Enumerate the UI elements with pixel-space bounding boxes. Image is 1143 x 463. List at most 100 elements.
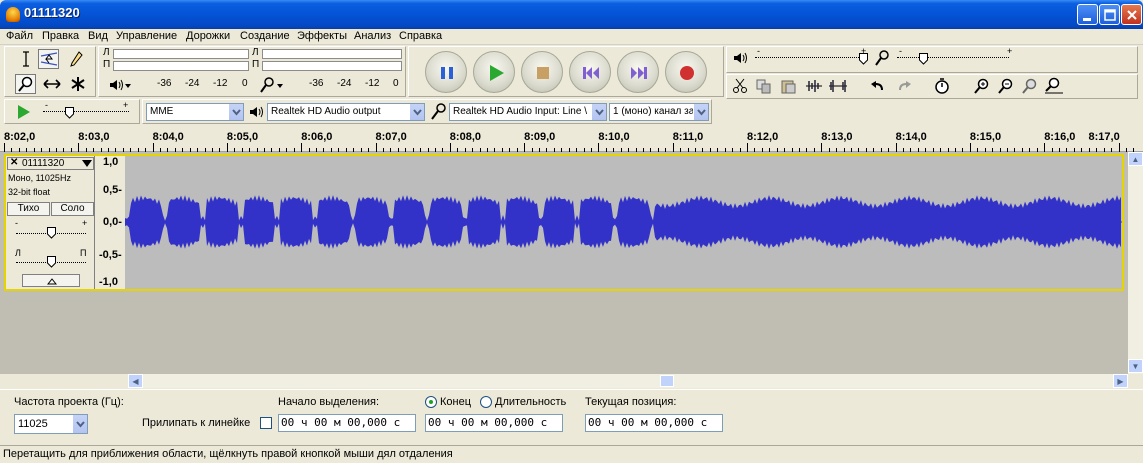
horizontal-scrollbar[interactable]: ◀ ▶ [128,374,1128,388]
track-close-icon[interactable]: ✕ [10,157,18,168]
scroll-left-button[interactable]: ◀ [128,374,143,388]
gain-minus-label: - [15,218,18,228]
playback-meter-right[interactable] [113,61,249,71]
skip-to-end-button[interactable] [617,51,659,93]
waveform-display[interactable] [125,156,1122,289]
title-bar[interactable]: 01111320 [0,0,1143,29]
snap-to-checkbox[interactable] [260,417,272,429]
collapse-track-button[interactable] [22,274,80,287]
time-shift-tool-icon[interactable] [41,74,62,94]
chevron-down-icon [228,104,243,120]
skip-to-start-button[interactable] [569,51,611,93]
play-at-speed-button[interactable] [17,104,31,123]
ruler-label: 8:17,0 [1088,131,1120,143]
zoom-in-icon[interactable] [971,75,993,97]
sync-lock-icon[interactable] [931,75,953,97]
menu-effects[interactable]: Эффекты [297,30,347,42]
ruler-label: 8:14,0 [895,131,927,143]
input-channels-select[interactable]: 1 (моно) канал за [609,103,709,121]
speed-track [43,111,129,112]
playback-meter-left[interactable] [113,49,249,59]
length-radio[interactable] [480,396,492,408]
menu-help[interactable]: Справка [399,30,442,42]
ruler-tick [449,143,451,152]
timeline-ruler[interactable]: 8:02,0 8:03,0 8:04,0 8:05,0 8:06,0 8:07,0 8:08… [0,127,1143,152]
selection-tool-icon[interactable] [15,49,36,69]
audio-host-select[interactable]: MME [146,103,244,121]
ruler-label: 8:11,0 [672,131,704,143]
menu-generate[interactable]: Создание [240,30,290,42]
chevron-down-icon [591,104,606,120]
scroll-up-button[interactable]: ▲ [1128,152,1143,166]
menu-tracks[interactable]: Дорожки [186,30,230,42]
ruler-tick [672,143,674,152]
output-volume-slider[interactable] [859,53,868,68]
selection-start-time[interactable]: 00 ч 00 м 00,000 с [278,414,416,432]
track-name-menu[interactable]: ✕ 01111320 [7,157,94,170]
draw-tool-icon[interactable] [65,49,86,69]
undo-icon[interactable] [867,75,889,97]
stop-button[interactable] [521,51,563,93]
input-device-value: Realtek HD Audio Input: Line \ [453,106,587,117]
fit-selection-icon[interactable] [1019,75,1041,97]
horizontal-scroll-thumb[interactable] [660,375,674,387]
microphone-icon[interactable] [259,77,285,96]
copy-icon[interactable] [753,75,775,97]
track-format-info: Моно, 11025Hz [8,173,71,183]
paste-icon[interactable] [777,75,799,97]
ruler-tick [969,143,971,152]
multi-tool-icon[interactable] [67,74,88,94]
play-button[interactable] [473,51,515,93]
menu-bar: Файл Правка Вид Управление Дорожки Созда… [0,29,1143,45]
zoom-out-icon[interactable] [995,75,1017,97]
menu-transport[interactable]: Управление [116,30,177,42]
minimize-button[interactable] [1077,4,1098,25]
vruler-label-bottom: -1,0 [99,276,118,288]
menu-file[interactable]: Файл [6,30,33,42]
vertical-ruler: 1,0 0,5- 0,0- -0,5- -1,0 [96,156,124,289]
vruler-label-neg-half: -0,5- [99,249,122,261]
rec-scale-12: -12 [365,78,380,89]
trim-icon[interactable] [803,75,825,97]
output-volume-icon [733,52,749,67]
scroll-down-button[interactable]: ▼ [1128,359,1143,373]
cut-icon[interactable] [729,75,751,97]
close-button[interactable] [1121,4,1142,25]
record-button[interactable] [665,51,707,93]
silence-icon[interactable] [827,75,849,97]
ruler-tick [524,143,526,152]
record-meter-right[interactable] [262,61,402,71]
scroll-right-button[interactable]: ▶ [1113,374,1128,388]
mute-button[interactable]: Тихо [7,202,50,216]
end-radio[interactable] [425,396,437,408]
input-volume-slider[interactable] [919,53,928,68]
maximize-button[interactable] [1099,4,1120,25]
app-icon [6,7,20,22]
end-radio-dot [429,400,433,404]
meter-toolbar: Л П Л П -36 -24 -12 0 -36 -24 -12 0 [98,46,406,97]
record-meter-left[interactable] [262,49,402,59]
selection-end-value: 00 ч 00 м 00,000 с [428,416,548,429]
pause-button[interactable] [425,51,467,93]
zoom-tool-icon[interactable] [15,74,36,94]
waveform-shape [125,195,1121,249]
input-device-select[interactable]: Realtek HD Audio Input: Line \ [449,103,607,121]
vertical-scrollbar[interactable]: ▲ ▼ [1128,152,1143,374]
output-device-select[interactable]: Realtek HD Audio output [267,103,425,121]
ruler-tick [1118,143,1120,152]
menu-edit[interactable]: Правка [42,30,79,42]
speaker-icon[interactable] [109,79,131,94]
audio-position-time[interactable]: 00 ч 00 м 00,000 с [585,414,723,432]
menu-view[interactable]: Вид [88,30,108,42]
redo-icon[interactable] [893,75,915,97]
menu-analyze[interactable]: Анализ [354,30,391,42]
solo-button[interactable]: Соло [51,202,94,216]
envelope-tool-icon[interactable] [38,49,59,69]
ruler-label: 8:16,0 [1044,131,1076,143]
fit-project-icon[interactable] [1043,75,1065,97]
gain-slider[interactable] [47,227,56,242]
project-rate-select[interactable]: 11025 [14,414,88,434]
speed-slider[interactable] [65,107,74,122]
pan-slider[interactable] [47,256,56,271]
selection-end-time[interactable]: 00 ч 00 м 00,000 с [425,414,563,432]
